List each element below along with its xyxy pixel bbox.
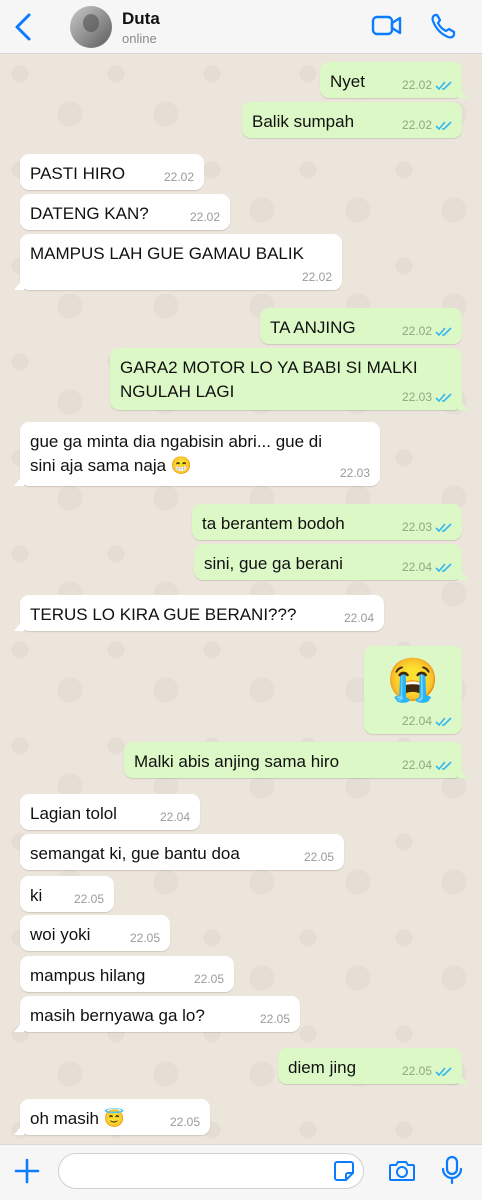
message-time: 22.04: [401, 714, 432, 728]
read-ticks-icon: [435, 1067, 452, 1077]
message-text: diem jing: [288, 1058, 357, 1077]
phone-icon[interactable]: [430, 13, 456, 39]
message-time: 22.05: [193, 972, 224, 986]
contact-avatar[interactable]: [70, 6, 112, 48]
message-text: ki: [30, 886, 43, 905]
message-time: 22.05: [303, 850, 334, 864]
message-bubble-incoming[interactable]: DATENG KAN? 22.02: [20, 194, 230, 230]
message-time: 22.02: [401, 118, 432, 132]
message-text: MAMPUS LAH GUE GAMAU BALIK: [30, 244, 304, 263]
message-text: oh masih 😇: [30, 1109, 125, 1128]
contact-name[interactable]: Duta: [122, 9, 160, 29]
message-text: gue ga minta dia ngabisin abri... gue di…: [30, 432, 323, 475]
message-bubble-incoming[interactable]: MAMPUS LAH GUE GAMAU BALIK 22.02: [14, 234, 342, 290]
message-bubble-outgoing[interactable]: 😭 22.04: [364, 646, 462, 734]
message-text: DATENG KAN?: [30, 204, 149, 223]
message-time: 22.02: [401, 78, 432, 92]
message-time: 22.03: [401, 520, 432, 534]
chat-header: Duta online: [0, 0, 482, 54]
message-time: 22.05: [169, 1115, 200, 1129]
message-bubble-outgoing[interactable]: Balik sumpah 22.02: [242, 102, 462, 138]
message-text: ta berantem bodoh: [202, 514, 345, 533]
message-bubble-outgoing[interactable]: Malki abis anjing sama hiro 22.04: [124, 742, 468, 778]
sticker-icon[interactable]: [333, 1160, 355, 1182]
message-time: 22.03: [401, 390, 432, 404]
message-bubble-outgoing[interactable]: TA ANJING 22.02: [260, 308, 462, 344]
message-bubble-incoming[interactable]: TERUS LO KIRA GUE BERANI??? 22.04: [14, 595, 384, 631]
message-bubble-incoming[interactable]: mampus hilang 22.05: [20, 956, 234, 992]
message-bubble-incoming[interactable]: semangat ki, gue bantu doa 22.05: [20, 834, 344, 870]
message-time: 22.03: [339, 466, 370, 480]
message-time: 22.04: [159, 810, 190, 824]
plus-icon[interactable]: [14, 1158, 40, 1184]
read-ticks-icon: [435, 81, 452, 91]
message-time: 22.04: [401, 560, 432, 574]
message-time: 22.02: [401, 324, 432, 338]
message-text: Malki abis anjing sama hiro: [134, 752, 340, 771]
message-text: woi yoki: [30, 925, 91, 944]
message-bubble-outgoing[interactable]: GARA2 MOTOR LO YA BABI SI MALKI NGULAH L…: [110, 348, 468, 410]
message-time: 22.04: [343, 611, 374, 625]
message-text: Lagian tolol: [30, 804, 117, 823]
read-ticks-icon: [435, 523, 452, 533]
message-input-bar: [0, 1144, 482, 1200]
read-ticks-icon: [435, 717, 452, 727]
message-text: mampus hilang: [30, 966, 146, 985]
message-time: 22.04: [401, 758, 432, 772]
message-time: 22.02: [189, 210, 220, 224]
microphone-icon[interactable]: [441, 1155, 463, 1185]
message-bubble-incoming[interactable]: Lagian tolol 22.04: [20, 794, 200, 830]
message-bubble-incoming[interactable]: ki 22.05: [20, 876, 114, 912]
read-ticks-icon: [435, 393, 452, 403]
message-text: Balik sumpah: [252, 112, 355, 131]
message-text: GARA2 MOTOR LO YA BABI SI MALKI NGULAH L…: [120, 358, 418, 401]
message-text: TERUS LO KIRA GUE BERANI???: [30, 605, 297, 624]
message-time: 22.05: [401, 1064, 432, 1078]
back-chevron-icon[interactable]: [12, 12, 36, 42]
read-ticks-icon: [435, 761, 452, 771]
message-bubble-incoming[interactable]: masih bernyawa ga lo? 22.05: [14, 996, 300, 1032]
message-bubble-outgoing[interactable]: sini, gue ga berani 22.04: [194, 544, 468, 580]
message-text: Nyet: [330, 72, 365, 91]
message-text: semangat ki, gue bantu doa: [30, 844, 240, 863]
camera-icon[interactable]: [388, 1159, 416, 1183]
contact-status: online: [122, 31, 157, 46]
crying-emoji: 😭: [386, 656, 440, 703]
message-text: TA ANJING: [270, 318, 356, 337]
message-bubble-outgoing[interactable]: ta berantem bodoh 22.03: [192, 504, 462, 540]
read-ticks-icon: [435, 563, 452, 573]
message-bubble-outgoing[interactable]: Nyet 22.02: [320, 62, 468, 98]
message-text: sini, gue ga berani: [204, 554, 343, 573]
message-bubble-incoming[interactable]: PASTI HIRO 22.02: [20, 154, 204, 190]
message-bubble-incoming[interactable]: oh masih 😇 22.05: [14, 1099, 210, 1135]
message-bubble-incoming[interactable]: woi yoki 22.05: [20, 915, 170, 951]
message-time: 22.05: [129, 931, 160, 945]
message-list[interactable]: Nyet 22.02 Balik sumpah 22.02 PASTI HIRO…: [0, 54, 482, 1144]
message-text: PASTI HIRO: [30, 164, 126, 183]
video-call-icon[interactable]: [371, 13, 403, 39]
message-text: masih bernyawa ga lo?: [30, 1006, 205, 1025]
message-bubble-incoming[interactable]: gue ga minta dia ngabisin abri... gue di…: [14, 422, 380, 486]
read-ticks-icon: [435, 121, 452, 131]
message-time: 22.02: [163, 170, 194, 184]
read-ticks-icon: [435, 327, 452, 337]
message-time: 22.02: [301, 270, 332, 284]
message-bubble-outgoing[interactable]: diem jing 22.05: [278, 1048, 468, 1084]
message-time: 22.05: [73, 892, 104, 906]
message-time: 22.05: [259, 1012, 290, 1026]
message-input[interactable]: [58, 1153, 364, 1189]
